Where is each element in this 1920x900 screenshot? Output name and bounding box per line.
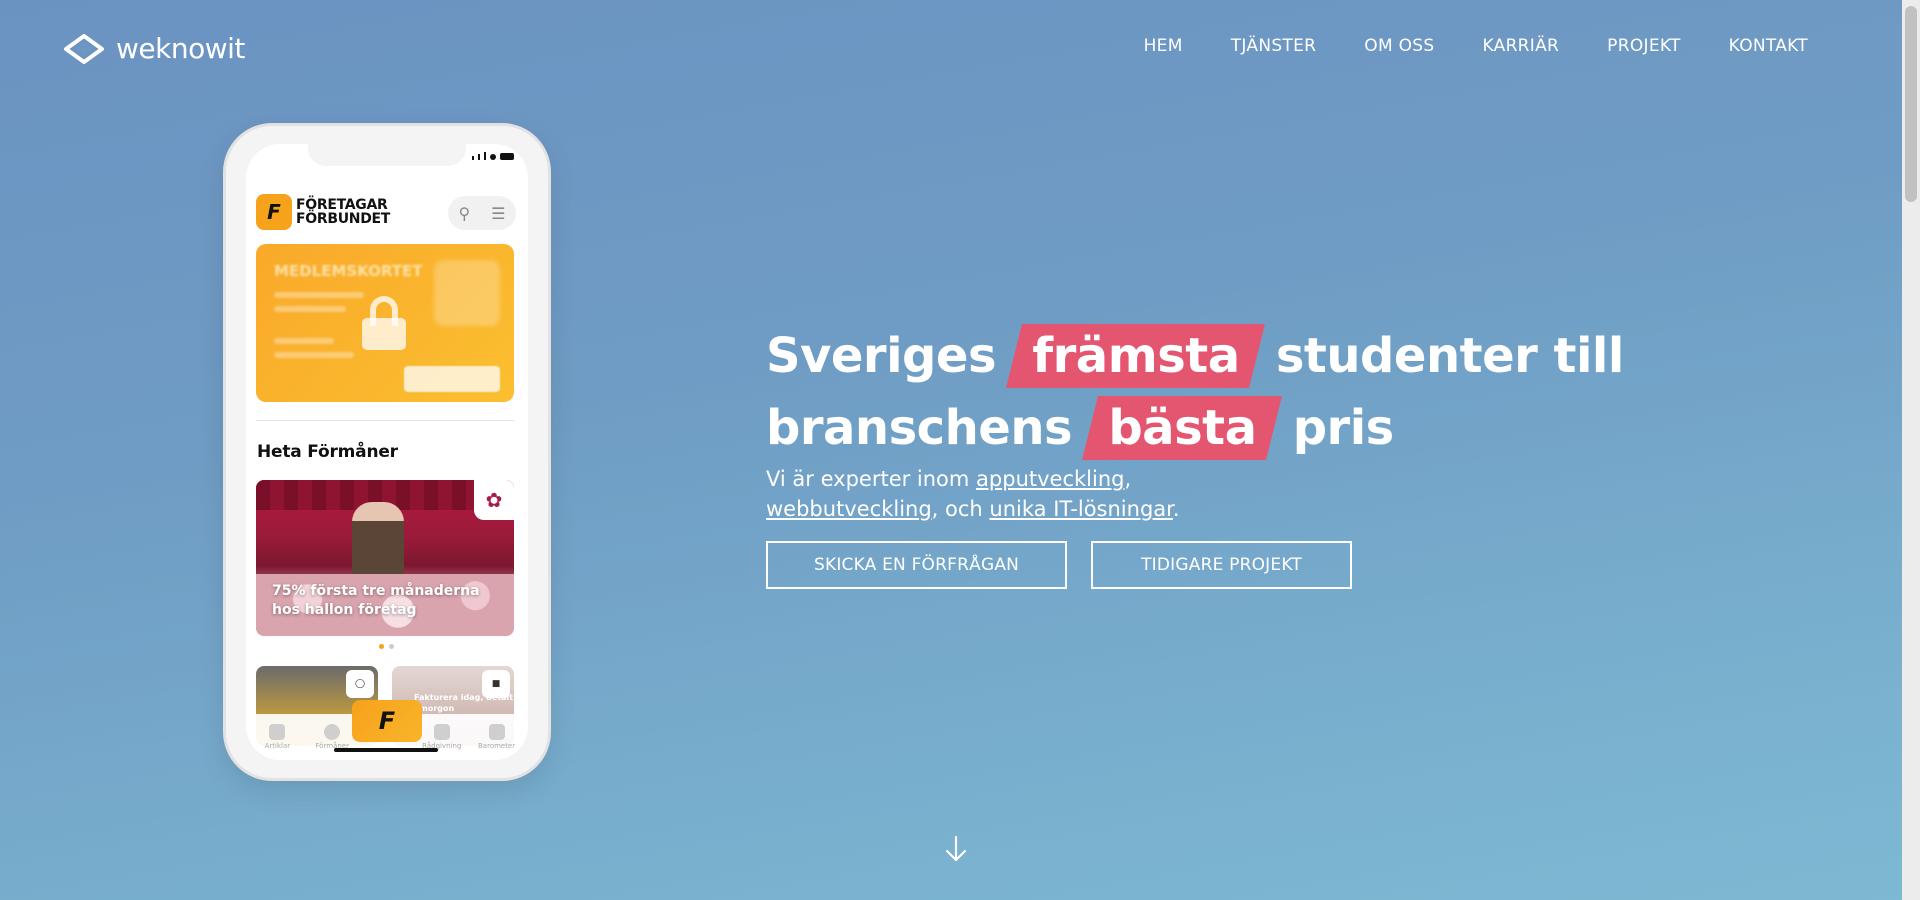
hamburger-icon[interactable]: ☰ xyxy=(491,204,505,223)
app-header: F FÖRETAGAR FÖRBUNDET xyxy=(256,194,390,230)
hero-highlight-2: bästa xyxy=(1090,392,1274,464)
app-brand-line1: FÖRETAGAR xyxy=(296,197,388,213)
nav-item-projekt[interactable]: PROJEKT xyxy=(1607,36,1681,56)
link-apputveckling[interactable]: apputveckling xyxy=(976,467,1124,491)
hero-title-part3: pris xyxy=(1292,400,1395,456)
scrollbar[interactable] xyxy=(1902,0,1920,900)
carousel-dots xyxy=(379,644,394,649)
main-nav: HEM TJÄNSTER OM OSS KARRIÄR PROJEKT KONT… xyxy=(1144,36,1808,56)
tab-artiklar: Artiklar xyxy=(254,724,300,750)
promo-card: ✿ 75% första tre månaderna hos hallon fö… xyxy=(256,480,514,636)
arrow-down-icon[interactable] xyxy=(944,834,968,864)
phone-screen: F FÖRETAGAR FÖRBUNDET ⚲ ☰ MEDLEMSKORTET … xyxy=(246,144,528,760)
app-logo: F xyxy=(256,194,292,230)
nav-item-karriar[interactable]: KARRIÄR xyxy=(1482,36,1559,56)
link-webbutveckling[interactable]: webbutveckling xyxy=(766,497,932,521)
send-request-button[interactable]: SKICKA EN FÖRFRÅGAN xyxy=(766,541,1068,589)
nav-item-hem[interactable]: HEM xyxy=(1144,36,1183,56)
hero: Sveriges främsta studenter till bransche… xyxy=(766,320,1826,589)
phone-notch xyxy=(308,144,466,166)
nav-item-tjanster[interactable]: TJÄNSTER xyxy=(1231,36,1317,56)
site-logo[interactable]: weknowit xyxy=(62,32,245,65)
app-brand-name: FÖRETAGAR FÖRBUNDET xyxy=(296,198,390,226)
scrollbar-thumb[interactable] xyxy=(1905,6,1917,202)
tab-radgivning: Rådgivning xyxy=(419,724,465,750)
home-indicator xyxy=(334,748,438,752)
status-bar-icons xyxy=(472,152,514,160)
opel-logo-icon: ◯ xyxy=(346,670,374,698)
hero-highlight-1: främsta xyxy=(1014,320,1257,392)
nav-item-kontakt[interactable]: KONTAKT xyxy=(1729,36,1808,56)
section-title: Heta Förmåner xyxy=(257,442,398,462)
hero-title: Sveriges främsta studenter till bransche… xyxy=(766,320,1826,464)
link-unika-it-losningar[interactable]: unika IT-lösningar xyxy=(989,497,1172,521)
tab-formaner: Förmåner xyxy=(309,724,355,750)
tab-barometer: Barometer xyxy=(474,724,520,750)
mini-card-caption: Fakturera idag, betalt i morgon xyxy=(414,693,514,713)
nav-item-om-oss[interactable]: OM OSS xyxy=(1364,36,1434,56)
divider xyxy=(256,420,514,421)
hero-subtitle: Vi är experter inom apputveckling, webbut… xyxy=(766,467,1180,521)
hero-buttons: SKICKA EN FÖRFRÅGAN TIDIGARE PROJEKT xyxy=(766,541,1826,589)
promo-caption: 75% första tre månaderna hos hallon före… xyxy=(272,583,480,618)
member-card-title: MEDLEMSKORTET xyxy=(274,262,423,280)
phone-mockup: F FÖRETAGAR FÖRBUNDET ⚲ ☰ MEDLEMSKORTET … xyxy=(226,126,548,778)
weknowit-logo-icon xyxy=(64,33,104,64)
app-actions: ⚲ ☰ xyxy=(448,196,516,230)
search-icon[interactable]: ⚲ xyxy=(458,204,470,223)
member-card: MEDLEMSKORTET xyxy=(256,244,514,402)
hero-title-part1: Sveriges xyxy=(766,328,997,384)
logo-text: weknowit xyxy=(116,32,245,65)
app-brand-line2: FÖRBUNDET xyxy=(296,211,391,227)
tab-center-logo: F xyxy=(352,700,422,742)
previous-projects-button[interactable]: TIDIGARE PROJEKT xyxy=(1091,541,1352,589)
card-brand-badge xyxy=(404,366,500,392)
hallon-logo-icon: ✿ xyxy=(474,480,514,520)
